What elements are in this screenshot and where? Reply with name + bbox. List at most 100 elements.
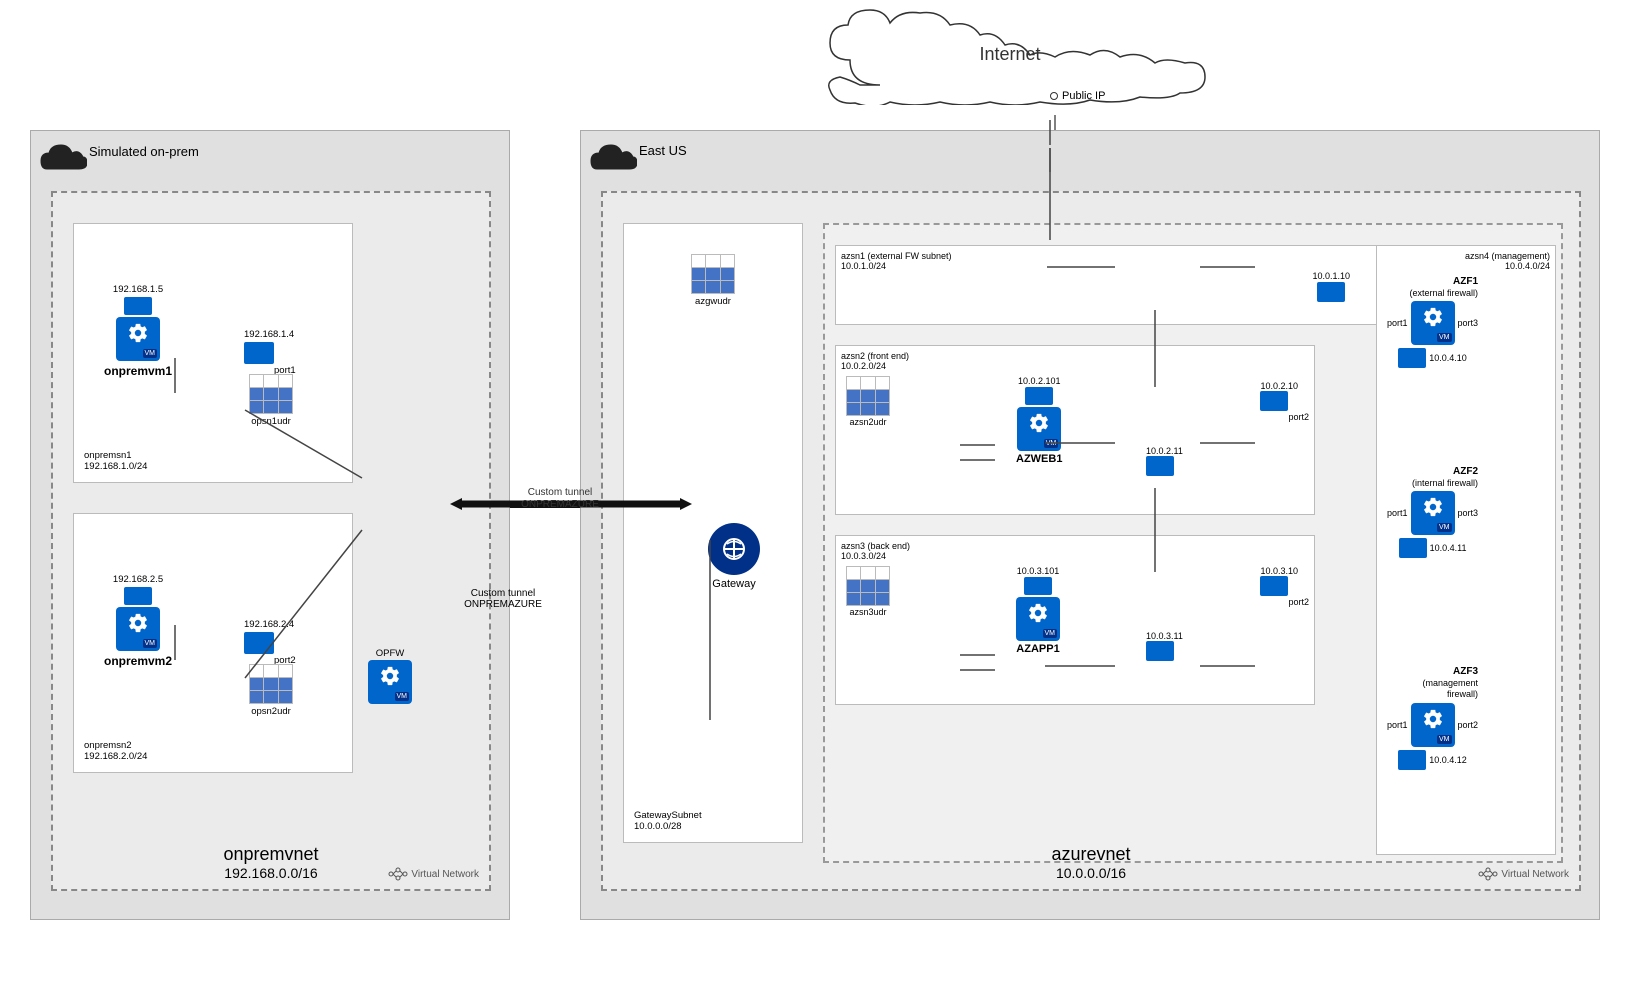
onpremvm2-element: 192.168.2.5 VM onpremvm2 (104, 574, 172, 668)
azf3-desc: (managementfirewall) (1387, 678, 1478, 700)
azf1-port1-label: port1 (1387, 318, 1408, 328)
azweb1-element: 10.0.2.101 VM AZWEB1 (1016, 376, 1062, 465)
public-ip: Public IP (1050, 90, 1105, 102)
onpremvnet-name: onpremvnet (223, 844, 318, 865)
onpremsn1-label: onpremsn1192.168.1.0/24 (84, 450, 147, 472)
onpremvm1-element: 192.168.1.5 VM onpremvm1 (104, 284, 172, 378)
azsn3udr-label: azsn3udr (849, 607, 886, 617)
azf3-port1-group: port1 VM port2 (1387, 703, 1478, 747)
azf2-port3-label: port3 (1458, 508, 1479, 518)
onpremsn2-box: 192.168.2.5 VM onpremvm2 192.168.2.4 por… (73, 513, 353, 773)
azurevnet-cidr: 10.0.0.0/16 (1051, 865, 1130, 881)
onpremvnet-box: 192.168.1.5 VM onpremvm1 192.168.1.4 (51, 191, 491, 891)
azsn1-nic: 10.0.1.10 (1312, 271, 1350, 302)
azsn2-nic-icon (1260, 391, 1288, 411)
azsn2-label: azsn2 (front end)10.0.2.0/24 (841, 351, 909, 371)
azweb1-ip2: 10.0.2.11 (1146, 446, 1183, 456)
azf2-port1-label: port1 (1387, 508, 1408, 518)
azf3-title: AZF3 (1387, 666, 1478, 677)
gateway-label: Gateway (712, 578, 755, 590)
azf2-desc: (internal firewall) (1387, 478, 1478, 488)
eastus-region-label: East US (639, 143, 687, 158)
azf3-element: AZF3 (managementfirewall) port1 VM port2 (1387, 666, 1478, 770)
azsn3-nic-icon (1260, 576, 1288, 596)
region-east-us: East US (580, 130, 1600, 920)
azsn2udr-icon (846, 376, 890, 416)
azapp1-ip1: 10.0.3.101 (1017, 566, 1060, 576)
vm1-nic-top (124, 297, 152, 315)
azsn3udr-element: azsn3udr (846, 566, 890, 617)
azweb1-nic-right-icon (1146, 456, 1174, 476)
opsn2udr-icon (249, 664, 293, 704)
azsn3-box: azsn3 (back end)10.0.3.0/24 (835, 535, 1315, 705)
azweb1-nic-right: 10.0.2.11 (1146, 446, 1183, 476)
azweb1-ip1: 10.0.2.101 (1018, 376, 1061, 386)
azapp1-nic-right: 10.0.3.11 (1146, 631, 1183, 661)
public-ip-label: Public IP (1062, 90, 1105, 102)
azsn3udr-icon (846, 566, 890, 606)
nic1-ip: 192.168.1.4 (244, 329, 296, 340)
azweb1-nic-top (1025, 387, 1053, 405)
inner-subnets-box: azsn1 (external FW subnet)10.0.1.0/24 10… (823, 223, 1563, 863)
onprem-region-label: Simulated on-prem (89, 143, 199, 161)
nic2-ip: 192.168.2.4 (244, 619, 296, 630)
onprem-vnet-label: Virtual Network (388, 867, 479, 881)
eastus-cloud-icon (589, 139, 637, 178)
azsn1-label: azsn1 (external FW subnet)10.0.1.0/24 (841, 251, 952, 271)
azf1-title: AZF1 (1387, 276, 1478, 287)
opsn2udr-element: opsn2udr (249, 664, 293, 717)
opfw-icon: VM (368, 660, 412, 704)
azurevnet-title: azurevnet 10.0.0.0/16 (1051, 844, 1130, 881)
internet-section: Internet Public IP (820, 5, 1240, 125)
azsn2-box: azsn2 (front end)10.0.2.0/24 (835, 345, 1315, 515)
azapp1-label: AZAPP1 (1016, 643, 1059, 655)
nic2-group: 192.168.2.4 port2 (244, 619, 296, 666)
vm1-ip-top: 192.168.1.5 (113, 284, 163, 295)
azweb1-icon: VM (1017, 407, 1061, 451)
opsn1udr-element: opsn1udr (249, 374, 293, 427)
azf2-port3-nic-group: 10.0.4.11 (1399, 538, 1467, 558)
azf1-port3-nic-group: 10.0.4.10 (1398, 348, 1467, 368)
nic1-group: 192.168.1.4 port1 (244, 329, 296, 376)
azapp1-nic-top (1024, 577, 1052, 595)
onpremsn1-box: 192.168.1.5 VM onpremvm1 192.168.1.4 (73, 223, 353, 483)
azapp1-icon: VM (1016, 597, 1060, 641)
azsn3-nic-right: 10.0.3.10 port2 (1260, 566, 1309, 607)
gateway-subnet-label: GatewaySubnet10.0.0.0/28 (634, 810, 702, 832)
azsn2udr-element: azsn2udr (846, 376, 890, 427)
public-ip-dot (1050, 92, 1058, 100)
azure-vnet-type: Virtual Network (1501, 869, 1569, 880)
azsn4-box: azsn4 (management)10.0.4.0/24 AZF1 (exte… (1376, 245, 1556, 855)
azsn2-nic-right: 10.0.2.10 port2 (1260, 381, 1309, 422)
azf2-icon: VM (1411, 491, 1455, 535)
azapp1-ip2: 10.0.3.11 (1146, 631, 1183, 641)
azf2-port3-nic (1399, 538, 1427, 558)
azf3-port2-nic (1398, 750, 1426, 770)
azf1-icon: VM (1411, 301, 1455, 345)
onpremvm2-label: onpremvm2 (104, 654, 172, 668)
azsn1-nic-ip: 10.0.1.10 (1312, 271, 1350, 281)
azure-vnet-label: Virtual Network (1478, 867, 1569, 881)
onpremvm1-icon: VM (116, 317, 160, 361)
azsn2-port2: port2 (1288, 412, 1309, 422)
azf2-port1-group: port1 VM port3 (1387, 491, 1478, 535)
azsn3-label: azsn3 (back end)10.0.3.0/24 (841, 541, 910, 561)
azf3-port2-label: port2 (1458, 720, 1479, 730)
opsn2udr-label: opsn2udr (251, 706, 291, 717)
vm2-ip-top: 192.168.2.5 (113, 574, 163, 585)
azgwudr-element: azgwudr (691, 254, 735, 307)
onpremsn2-label: onpremsn2192.168.2.0/24 (84, 740, 147, 762)
azf1-port1-group: port1 VM port3 (1387, 301, 1478, 345)
azf3-port2-nic-group: 10.0.4.12 (1398, 750, 1467, 770)
azsn4-label: azsn4 (management)10.0.4.0/24 (1382, 251, 1550, 271)
azf1-desc: (external firewall) (1387, 288, 1478, 298)
azsn3-port2: port2 (1288, 597, 1309, 607)
opfw-element: OPFW VM (368, 648, 412, 704)
onprem-vnet-type: Virtual Network (411, 869, 479, 880)
azurevnet-name: azurevnet (1051, 844, 1130, 865)
azsn2-nic-ip: 10.0.2.10 (1260, 381, 1309, 391)
vm2-nic-top (124, 587, 152, 605)
azf1-port3-label: port3 (1458, 318, 1479, 328)
nic1-icon (244, 342, 274, 364)
tunnel-label: Custom tunnelONPREMAZURE (403, 588, 603, 610)
